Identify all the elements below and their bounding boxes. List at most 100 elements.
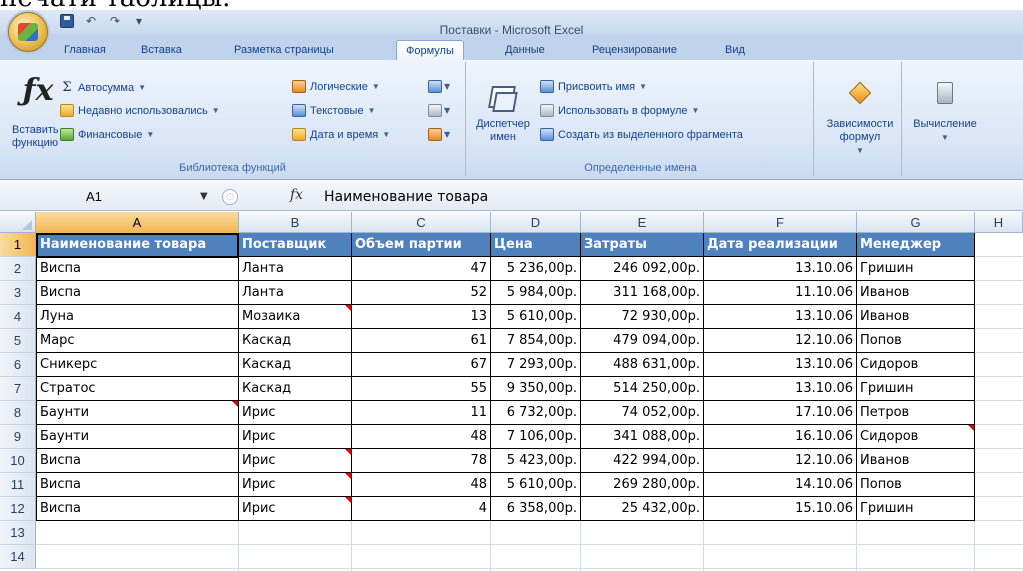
table-cell[interactable]: 17.10.06 — [704, 401, 857, 425]
table-cell[interactable]: 13.10.06 — [704, 353, 857, 377]
lookup-reference-button[interactable]: ▼ — [428, 80, 450, 93]
table-cell[interactable]: 6 732,00р. — [491, 401, 581, 425]
logical-button[interactable]: Логические ▼ — [292, 80, 380, 93]
undo-icon[interactable]: ↶ — [82, 13, 100, 29]
autosum-button[interactable]: Σ Автосумма ▼ — [60, 80, 146, 95]
column-header-h[interactable]: H — [975, 212, 1023, 233]
row-header-7[interactable]: 7 — [0, 377, 36, 401]
name-box[interactable]: A1 — [30, 187, 210, 207]
table-cell[interactable]: Каскад — [239, 329, 352, 353]
table-cell[interactable]: Виспа — [36, 497, 239, 521]
table-cell[interactable]: 55 — [352, 377, 491, 401]
table-cell[interactable]: 7 854,00р. — [491, 329, 581, 353]
table-cell[interactable]: 488 631,00р. — [581, 353, 704, 377]
table-cell[interactable]: 48 — [352, 425, 491, 449]
column-header-e[interactable]: E — [581, 212, 704, 233]
table-cell[interactable]: Мозаика — [239, 305, 352, 329]
insert-function-icon[interactable]: fx — [290, 187, 303, 203]
table-cell[interactable]: 74 052,00р. — [581, 401, 704, 425]
table-cell[interactable]: Каскад — [239, 377, 352, 401]
comment-indicator-icon[interactable] — [345, 305, 351, 311]
table-cell[interactable]: 25 432,00р. — [581, 497, 704, 521]
table-cell[interactable]: 11 — [352, 401, 491, 425]
row-header-3[interactable]: 3 — [0, 281, 36, 305]
chevron-down-icon[interactable]: ▼ — [200, 191, 208, 202]
table-cell[interactable]: Виспа — [36, 449, 239, 473]
table-cell[interactable]: Виспа — [36, 473, 239, 497]
row-header-6[interactable]: 6 — [0, 353, 36, 377]
more-functions-button[interactable]: ▼ — [428, 128, 450, 141]
table-cell[interactable]: Луна — [36, 305, 239, 329]
office-button[interactable] — [8, 12, 48, 52]
table-cell[interactable]: Сникерс — [36, 353, 239, 377]
table-cell[interactable]: 514 250,00р. — [581, 377, 704, 401]
table-cell[interactable]: Ланта — [239, 281, 352, 305]
table-cell[interactable]: Ирис — [239, 401, 352, 425]
row-header-12[interactable]: 12 — [0, 497, 36, 521]
table-cell[interactable]: Ланта — [239, 257, 352, 281]
table-cell[interactable]: 269 280,00р. — [581, 473, 704, 497]
table-cell[interactable]: Иванов — [857, 449, 975, 473]
table-cell[interactable]: Гришин — [857, 497, 975, 521]
table-cell[interactable]: 13.10.06 — [704, 257, 857, 281]
table-cell[interactable]: 4 — [352, 497, 491, 521]
table-cell[interactable]: 5 610,00р. — [491, 305, 581, 329]
comment-indicator-icon[interactable] — [345, 473, 351, 479]
row-header-5[interactable]: 5 — [0, 329, 36, 353]
table-cell[interactable]: 5 236,00р. — [491, 257, 581, 281]
table-header-cell[interactable]: Менеджер — [857, 233, 975, 257]
table-cell[interactable]: 47 — [352, 257, 491, 281]
calculation-button[interactable]: Вычисление ▼ — [904, 82, 986, 144]
table-header-cell[interactable]: Объем партии — [352, 233, 491, 257]
table-cell[interactable]: Каскад — [239, 353, 352, 377]
comment-indicator-icon[interactable] — [968, 425, 974, 431]
table-cell[interactable]: Ирис — [239, 473, 352, 497]
table-cell[interactable]: Сидоров — [857, 353, 975, 377]
financial-button[interactable]: Финансовые ▼ — [60, 128, 154, 141]
insert-function-button[interactable]: ƒx — [16, 76, 60, 106]
table-cell[interactable]: Виспа — [36, 257, 239, 281]
row-header-13[interactable]: 13 — [0, 521, 36, 545]
comment-indicator-icon[interactable] — [345, 449, 351, 455]
table-cell[interactable]: Ирис — [239, 425, 352, 449]
redo-icon[interactable]: ↷ — [106, 13, 124, 29]
table-cell[interactable]: 13.10.06 — [704, 305, 857, 329]
table-header-cell[interactable]: Поставщик — [239, 233, 352, 257]
table-cell[interactable]: 72 930,00р. — [581, 305, 704, 329]
row-header-8[interactable]: 8 — [0, 401, 36, 425]
table-cell[interactable]: Гришин — [857, 257, 975, 281]
table-cell[interactable]: 246 092,00р. — [581, 257, 704, 281]
table-cell[interactable]: Баунти — [36, 401, 239, 425]
math-trig-button[interactable]: ▼ — [428, 104, 450, 117]
table-cell[interactable]: 422 994,00р. — [581, 449, 704, 473]
table-cell[interactable]: 5 984,00р. — [491, 281, 581, 305]
table-cell[interactable]: Ирис — [239, 497, 352, 521]
customize-toolbar-icon[interactable]: ▾ — [130, 13, 148, 29]
use-in-formula-button[interactable]: Использовать в формуле ▼ — [540, 104, 699, 117]
datetime-button[interactable]: Дата и время ▼ — [292, 128, 390, 141]
formula-input[interactable]: Наименование товара — [324, 187, 488, 207]
table-cell[interactable]: 5 423,00р. — [491, 449, 581, 473]
table-cell[interactable]: Попов — [857, 329, 975, 353]
row-header-11[interactable]: 11 — [0, 473, 36, 497]
tab-formulas[interactable]: Формулы — [396, 40, 464, 61]
row-header-1[interactable]: 1 — [0, 233, 36, 257]
table-cell[interactable]: Ирис — [239, 449, 352, 473]
table-header-cell[interactable]: Цена — [491, 233, 581, 257]
table-cell[interactable]: 12.10.06 — [704, 329, 857, 353]
column-header-c[interactable]: C — [352, 212, 491, 233]
table-cell[interactable]: Гришин — [857, 377, 975, 401]
formula-dependencies-button[interactable]: Зависимости формул ▼ — [818, 81, 902, 157]
table-cell[interactable]: 61 — [352, 329, 491, 353]
tab-data[interactable]: Данные — [505, 44, 545, 56]
table-cell[interactable]: 14.10.06 — [704, 473, 857, 497]
row-header-2[interactable]: 2 — [0, 257, 36, 281]
table-cell[interactable]: 479 094,00р. — [581, 329, 704, 353]
table-cell[interactable]: Петров — [857, 401, 975, 425]
row-header-14[interactable]: 14 — [0, 545, 36, 569]
tab-insert[interactable]: Вставка — [141, 44, 182, 56]
table-cell[interactable]: Попов — [857, 473, 975, 497]
table-cell[interactable]: 13 — [352, 305, 491, 329]
worksheet-grid[interactable]: ABCDEFGH 1 2 3 4 5 6 7 8 9 10 11 12 13 14 Наименование… — [0, 212, 1023, 571]
table-cell[interactable]: Сидоров — [857, 425, 975, 449]
